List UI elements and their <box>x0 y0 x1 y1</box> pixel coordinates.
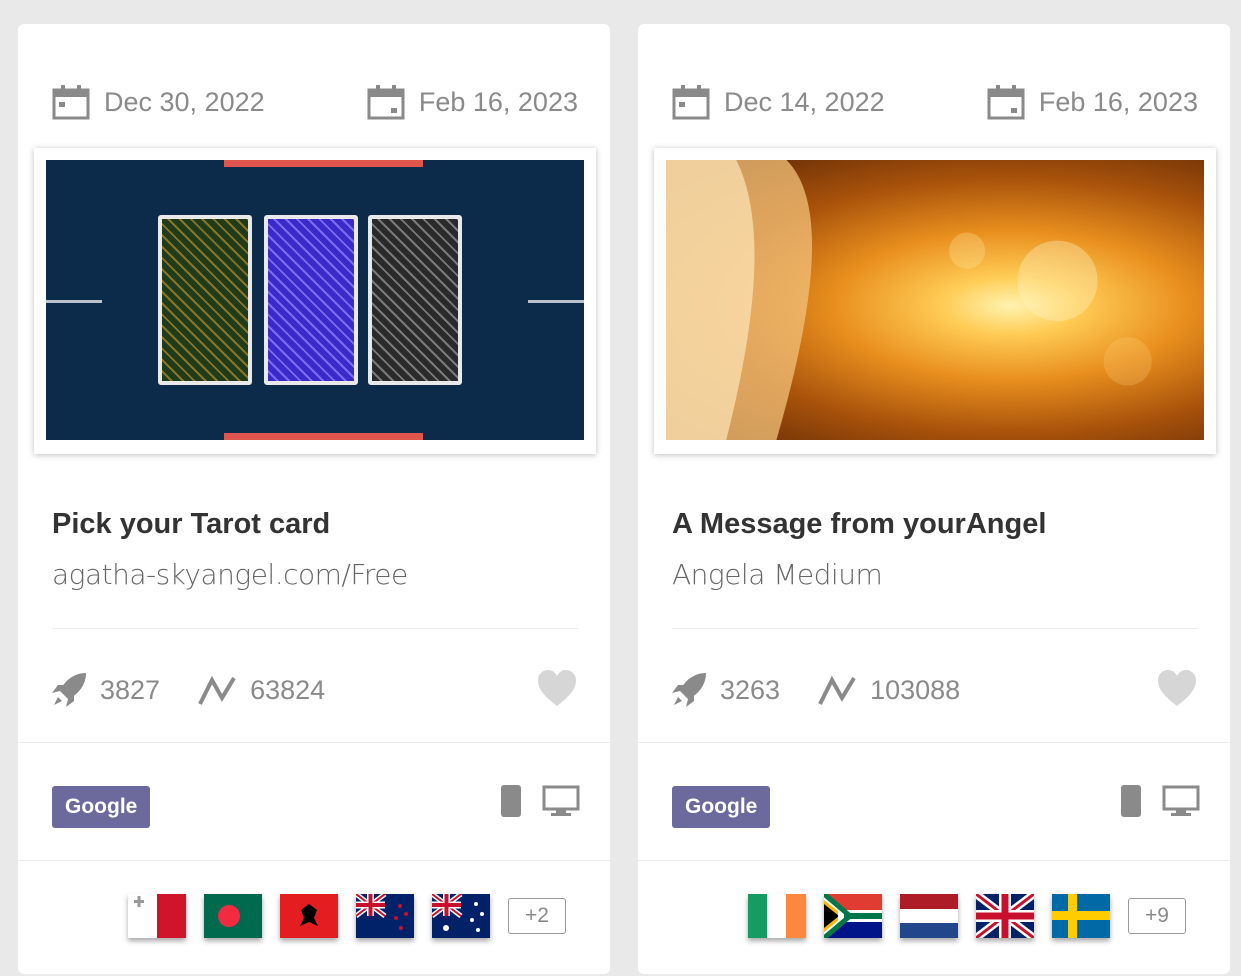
angel-wing-graphic <box>666 160 1152 440</box>
divider <box>18 860 610 861</box>
calendar-start-icon <box>672 85 710 120</box>
tarot-cards-image <box>46 160 584 440</box>
ad-card[interactable]: Dec 14, 2022 Feb 16, 2023 A Message from… <box>638 24 1230 974</box>
launch-stat: 3263 <box>670 671 780 709</box>
ad-subtitle: Angela Medium <box>672 558 883 591</box>
australia-flag-icon <box>432 894 490 938</box>
bangladesh-flag-icon <box>204 894 262 938</box>
device-icons <box>500 784 580 818</box>
network-badge: Google <box>672 786 771 828</box>
divider <box>52 628 578 629</box>
mobile-icon <box>1121 785 1141 817</box>
rocket-icon <box>52 673 86 707</box>
desktop-icon <box>1162 785 1200 816</box>
views-stat: 103088 <box>818 674 960 706</box>
start-date-text: Dec 30, 2022 <box>104 86 265 117</box>
ad-thumbnail[interactable] <box>654 148 1216 454</box>
divider <box>672 628 1198 629</box>
divider <box>18 742 610 743</box>
rocket-icon <box>672 673 706 707</box>
tarot-right-line <box>528 300 584 303</box>
more-countries-badge[interactable]: +9 <box>1128 898 1186 934</box>
angel-wings-image <box>666 160 1204 440</box>
desktop-icon <box>542 785 580 816</box>
ad-thumbnail[interactable] <box>34 148 596 454</box>
country-flags: +9 <box>748 894 1186 938</box>
heart-icon[interactable] <box>536 668 578 708</box>
ad-title[interactable]: A Message from yourAngel <box>672 508 1046 541</box>
new-zealand-flag-icon <box>356 894 414 938</box>
sweden-flag-icon <box>1052 894 1110 938</box>
start-date-text: Dec 14, 2022 <box>724 86 885 117</box>
end-date: Feb 16, 2023 <box>367 84 578 120</box>
launch-count: 3263 <box>720 674 781 705</box>
views-count: 103088 <box>870 674 961 705</box>
albania-flag-icon <box>280 894 338 938</box>
heart-icon[interactable] <box>1156 668 1198 708</box>
tarot-card-purple <box>264 215 358 385</box>
ireland-flag-icon <box>748 894 806 938</box>
tarot-left-line <box>46 300 102 303</box>
calendar-end-icon <box>987 85 1025 120</box>
end-date-text: Feb 16, 2023 <box>1038 86 1198 117</box>
date-range: Dec 14, 2022 Feb 16, 2023 <box>672 82 1198 122</box>
trend-icon <box>198 675 236 705</box>
tarot-bottom-bar <box>223 433 423 440</box>
calendar-end-icon <box>367 85 405 120</box>
start-date: Dec 14, 2022 <box>672 84 885 120</box>
south-africa-flag-icon <box>824 894 882 938</box>
trend-icon <box>818 675 856 705</box>
network-badge: Google <box>52 786 151 828</box>
ad-subtitle: agatha-skyangel.com/Free <box>52 558 408 591</box>
divider <box>638 742 1230 743</box>
united-kingdom-flag-icon <box>976 894 1034 938</box>
stats-row: 3827 63824 <box>50 668 578 712</box>
stats-row: 3263 103088 <box>670 668 1198 712</box>
mobile-icon <box>501 785 521 817</box>
divider <box>638 860 1230 861</box>
tarot-card-green <box>158 215 252 385</box>
end-date-text: Feb 16, 2023 <box>418 86 578 117</box>
malta-flag-icon <box>128 894 186 938</box>
netherlands-flag-icon <box>900 894 958 938</box>
date-range: Dec 30, 2022 Feb 16, 2023 <box>52 82 578 122</box>
launch-count: 3827 <box>100 674 161 705</box>
views-stat: 63824 <box>198 674 325 706</box>
start-date: Dec 30, 2022 <box>52 84 265 120</box>
ad-card[interactable]: Dec 30, 2022 Feb 16, 2023 Pick your Taro… <box>18 24 610 974</box>
ad-title[interactable]: Pick your Tarot card <box>52 508 330 541</box>
end-date: Feb 16, 2023 <box>987 84 1198 120</box>
country-flags: +2 <box>128 894 566 938</box>
more-countries-badge[interactable]: +2 <box>508 898 566 934</box>
device-icons <box>1120 784 1200 818</box>
calendar-start-icon <box>52 85 90 120</box>
launch-stat: 3827 <box>50 671 160 709</box>
views-count: 63824 <box>250 674 326 705</box>
tarot-card-grey <box>368 215 462 385</box>
tarot-top-bar <box>223 160 423 167</box>
